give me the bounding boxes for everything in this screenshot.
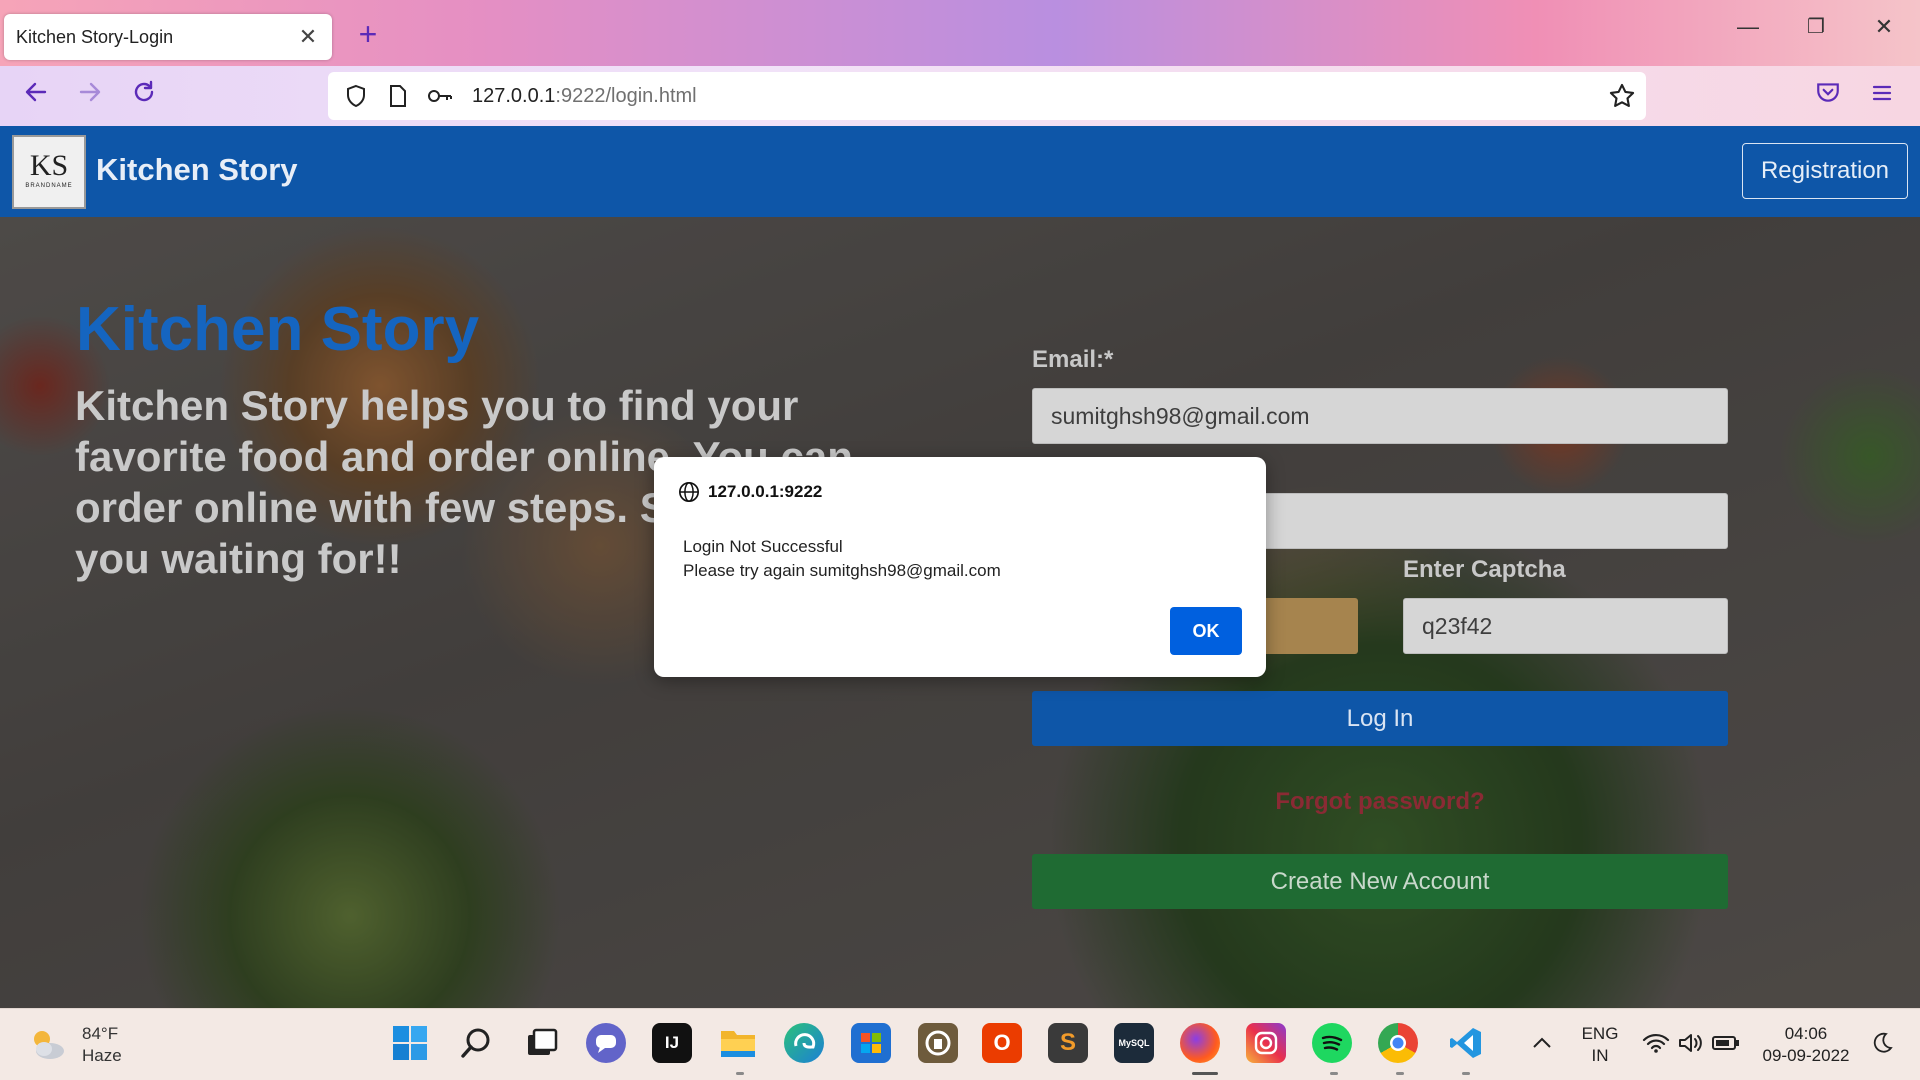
clock-time: 04:06 [1784, 1024, 1828, 1043]
taskbar: 84°F Haze IJ O S MySQL ENG IN 04:06 09-0… [0, 1008, 1920, 1080]
dialog-message: Login Not Successful Please try again su… [683, 535, 1001, 583]
new-tab-icon[interactable]: + [350, 16, 386, 53]
logo-letters: KS [29, 149, 69, 182]
ok-button[interactable]: OK [1170, 607, 1242, 655]
forgot-password-link[interactable]: Forgot password? [1032, 788, 1728, 816]
active-indicator [1192, 1072, 1218, 1075]
dialog-message-line2: Please try again sumitghsh98@gmail.com [683, 561, 1001, 580]
url-host: 127.0.0.1 [472, 84, 556, 107]
running-indicator [736, 1072, 744, 1075]
edge-icon[interactable] [784, 1023, 824, 1063]
spotify-icon[interactable] [1312, 1023, 1352, 1063]
key-icon[interactable] [426, 82, 454, 110]
url-text[interactable]: 127.0.0.1:9222/login.html [472, 85, 697, 108]
registration-button[interactable]: Registration [1742, 143, 1908, 199]
url-path: :9222/login.html [555, 84, 697, 107]
search-icon[interactable] [456, 1023, 496, 1063]
intellij-icon[interactable]: IJ [652, 1023, 692, 1063]
weather-icon [28, 1027, 68, 1063]
shield-icon[interactable] [342, 82, 370, 110]
menu-icon[interactable] [1864, 78, 1900, 114]
site-header: KS BRANDNAME Kitchen Story Registration [0, 126, 1920, 217]
clock[interactable]: 04:06 09-09-2022 [1756, 1023, 1856, 1067]
chevron-up-icon[interactable] [1522, 1023, 1562, 1063]
battery-icon[interactable] [1706, 1023, 1746, 1063]
globe-icon [679, 482, 699, 502]
mysql-icon[interactable]: MySQL [1114, 1023, 1154, 1063]
teams-chat-icon[interactable] [586, 1023, 626, 1063]
tab-title: Kitchen Story-Login [16, 26, 174, 47]
browser-tab-bar: Kitchen Story-Login ✕ + — ❐ ✕ [0, 0, 1920, 66]
browser-tab[interactable]: Kitchen Story-Login ✕ [4, 14, 332, 60]
reload-icon[interactable] [126, 78, 162, 114]
email-field[interactable]: sumitghsh98@gmail.com [1032, 388, 1728, 444]
vscode-icon[interactable] [1446, 1023, 1486, 1063]
minimize-icon[interactable]: — [1728, 14, 1768, 40]
start-icon[interactable] [390, 1023, 430, 1063]
temperature-text: 84°F [82, 1024, 119, 1043]
running-indicator [1396, 1072, 1404, 1075]
captcha-label: Enter Captcha [1403, 556, 1566, 583]
language-indicator[interactable]: ENG IN [1576, 1023, 1624, 1067]
dialog-message-line1: Login Not Successful [683, 537, 843, 556]
office-icon[interactable]: O [982, 1023, 1022, 1063]
chrome-icon[interactable] [1378, 1023, 1418, 1063]
create-account-button[interactable]: Create New Account [1032, 854, 1728, 909]
focus-moon-icon[interactable] [1862, 1023, 1902, 1063]
back-icon[interactable] [18, 78, 54, 114]
dialog-origin-text: 127.0.0.1:9222 [708, 482, 823, 501]
logo-subtext: BRANDNAME [25, 183, 73, 189]
pocket-icon[interactable] [1810, 78, 1846, 114]
forward-icon[interactable] [72, 78, 108, 114]
tab-close-icon[interactable]: ✕ [296, 24, 320, 50]
clock-date: 09-09-2022 [1762, 1046, 1850, 1065]
app-icon[interactable] [918, 1023, 958, 1063]
address-bar[interactable]: 127.0.0.1:9222/login.html [328, 72, 1646, 120]
weather-condition: Haze [82, 1046, 122, 1065]
hero-title: Kitchen Story [76, 295, 480, 364]
browser-nav-bar: 127.0.0.1:9222/login.html [0, 66, 1920, 126]
instagram-icon[interactable] [1246, 1023, 1286, 1063]
volume-icon[interactable] [1670, 1023, 1710, 1063]
restore-icon[interactable]: ❐ [1796, 14, 1836, 39]
running-indicator [1330, 1072, 1338, 1075]
sublime-icon[interactable]: S [1048, 1023, 1088, 1063]
login-button[interactable]: Log In [1032, 691, 1728, 746]
running-indicator [1462, 1072, 1470, 1075]
brand-logo[interactable]: KS BRANDNAME [12, 135, 86, 209]
dialog-origin: 127.0.0.1:9222 [678, 481, 822, 503]
file-explorer-icon[interactable] [718, 1023, 758, 1063]
weather-widget[interactable]: 84°F Haze [28, 1023, 122, 1067]
firefox-icon[interactable] [1180, 1023, 1220, 1063]
page-icon[interactable] [384, 82, 412, 110]
task-view-icon[interactable] [522, 1023, 562, 1063]
bookmark-star-icon[interactable] [1608, 82, 1636, 115]
store-icon[interactable] [851, 1023, 891, 1063]
language-code: ENG [1581, 1024, 1619, 1043]
alert-dialog: 127.0.0.1:9222 Login Not Successful Plea… [654, 457, 1266, 677]
brand-name[interactable]: Kitchen Story [96, 152, 298, 188]
email-label: Email:* [1032, 346, 1114, 373]
captcha-input[interactable]: q23f42 [1403, 598, 1728, 654]
language-region: IN [1591, 1046, 1609, 1065]
window-close-icon[interactable]: ✕ [1864, 14, 1904, 40]
